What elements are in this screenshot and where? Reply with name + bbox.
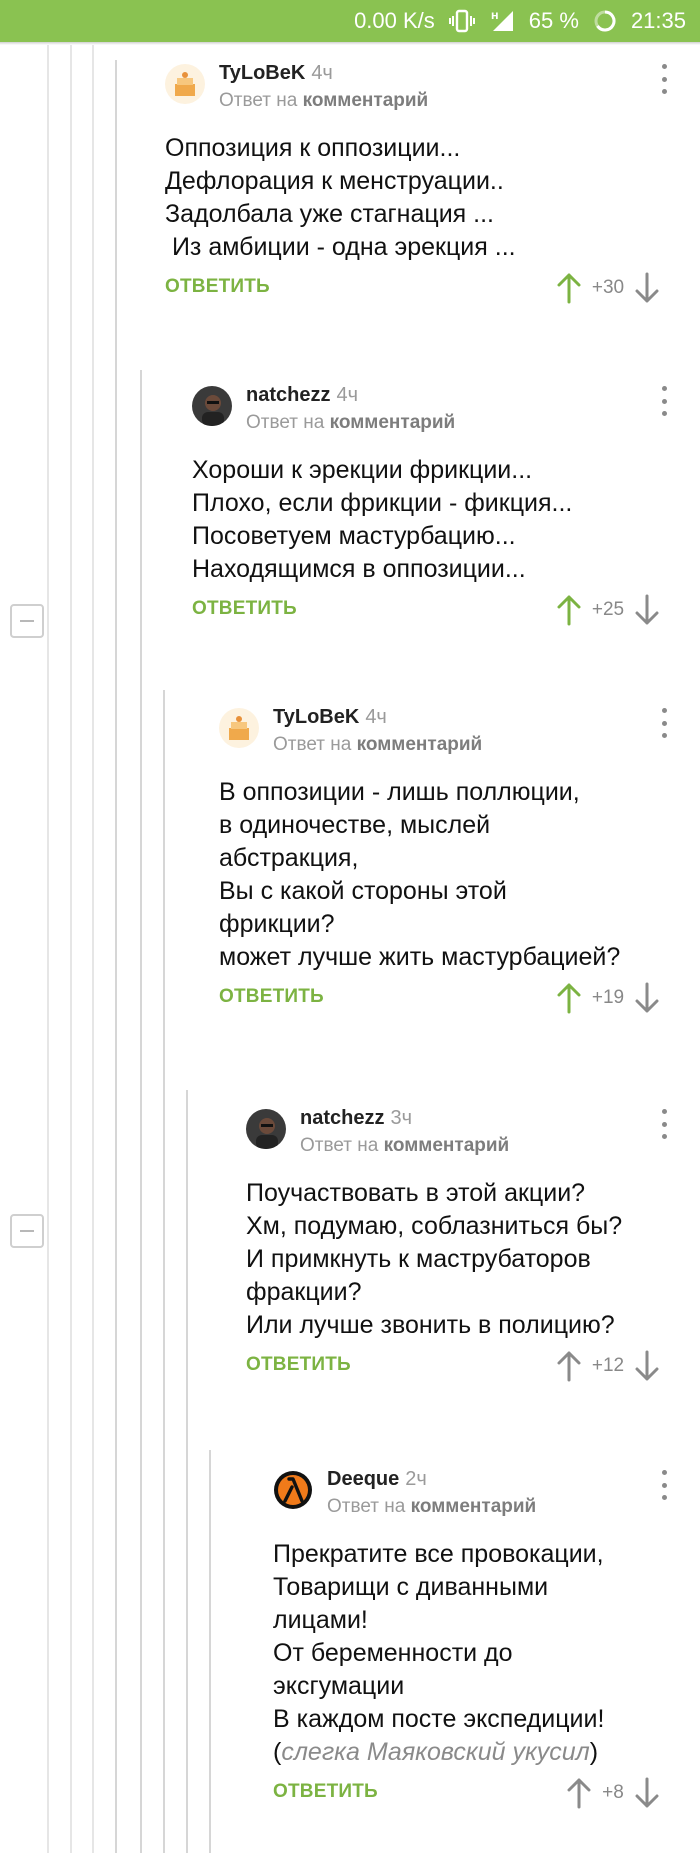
comment-time: 3ч bbox=[390, 1107, 413, 1129]
vibrate-icon bbox=[448, 9, 475, 33]
comment: natchezz 3ч Ответ на комментарий Поучаств… bbox=[246, 1107, 685, 1388]
score: +30 bbox=[591, 277, 625, 298]
battery-ring-icon bbox=[593, 9, 617, 33]
reply-button[interactable]: ОТВЕТИТЬ bbox=[219, 986, 324, 1008]
author-name[interactable]: TyLoBeK 4ч bbox=[273, 706, 387, 729]
reply-to: Ответ на комментарий bbox=[273, 734, 483, 755]
comment-text: Прекратите все провокации, Товарищи с ди… bbox=[273, 1540, 605, 1766]
upvote-arrow-icon[interactable] bbox=[555, 272, 583, 304]
reply-to: Ответ на комментарий bbox=[246, 412, 456, 433]
reply-target-link[interactable]: комментарий bbox=[303, 90, 429, 111]
downvote-arrow-icon[interactable] bbox=[633, 1777, 661, 1809]
comment-time: 4ч bbox=[365, 706, 387, 728]
thread-line bbox=[163, 690, 165, 1853]
author-name[interactable]: TyLoBeK 4ч bbox=[219, 62, 333, 85]
comment: Deeque 2ч Ответ на комментарий Прекратите… bbox=[273, 1468, 685, 1815]
reply-to: Ответ на комментарий bbox=[327, 1496, 537, 1517]
downvote-arrow-icon[interactable] bbox=[633, 272, 661, 304]
author-name[interactable]: natchezz 4ч bbox=[246, 384, 358, 407]
more-options-icon[interactable] bbox=[660, 386, 668, 416]
downvote-arrow-icon[interactable] bbox=[633, 982, 661, 1014]
reply-target-link[interactable]: комментарий bbox=[330, 412, 456, 433]
photo-avatar-icon bbox=[246, 1109, 286, 1149]
upvote-arrow-icon[interactable] bbox=[555, 594, 583, 626]
downvote-arrow-icon[interactable] bbox=[633, 594, 661, 626]
score: +8 bbox=[602, 1782, 624, 1803]
avatar[interactable] bbox=[246, 1109, 286, 1149]
avatar[interactable] bbox=[219, 708, 259, 748]
more-options-icon[interactable] bbox=[660, 1470, 668, 1500]
collapse-thread-button[interactable] bbox=[10, 604, 44, 638]
reply-button[interactable]: ОТВЕТИТЬ bbox=[246, 1354, 351, 1376]
thread-line bbox=[186, 1090, 188, 1853]
avatar[interactable] bbox=[273, 1470, 313, 1510]
more-options-icon[interactable] bbox=[660, 1109, 668, 1139]
comment-time: 4ч bbox=[336, 384, 359, 406]
comment-text: В оппозиции - лишь поллюции, в одиночест… bbox=[219, 778, 621, 971]
thread-line bbox=[70, 45, 72, 1853]
reply-button[interactable]: ОТВЕТИТЬ bbox=[165, 276, 270, 298]
lambda-avatar-icon bbox=[274, 1471, 312, 1509]
upvote-arrow-icon[interactable] bbox=[555, 1350, 583, 1382]
thread-line bbox=[140, 370, 142, 1853]
reply-button[interactable]: ОТВЕТИТЬ bbox=[192, 598, 297, 620]
more-options-icon[interactable] bbox=[660, 708, 668, 738]
reply-target-link[interactable]: комментарий bbox=[384, 1135, 510, 1156]
reply-target-link[interactable]: комментарий bbox=[357, 734, 483, 755]
comment-text: Оппозиция к оппозиции... Дефлорация к ме… bbox=[165, 134, 516, 261]
thread-line bbox=[47, 45, 49, 1853]
statusbar-shadow bbox=[0, 42, 700, 45]
comment-time: 2ч bbox=[405, 1468, 427, 1490]
reply-button[interactable]: ОТВЕТИТЬ bbox=[273, 1781, 378, 1803]
signal-h-icon: H bbox=[489, 9, 515, 33]
comment-text: Поучаствовать в этой акции? Хм, подумаю,… bbox=[246, 1179, 623, 1339]
cake-avatar-icon bbox=[165, 64, 205, 104]
minus-icon bbox=[20, 1230, 34, 1232]
reply-to: Ответ на комментарий bbox=[219, 90, 429, 111]
photo-avatar-icon bbox=[192, 386, 232, 426]
author-name[interactable]: Deeque 2ч bbox=[327, 1468, 427, 1491]
comment: natchezz 4ч Ответ на комментарий Хороши к… bbox=[192, 384, 685, 632]
comment-time: 4ч bbox=[311, 62, 333, 84]
battery-percent: 65 % bbox=[528, 8, 579, 33]
downvote-arrow-icon[interactable] bbox=[633, 1350, 661, 1382]
quote-text: слегка Маяковский укусил bbox=[281, 1738, 590, 1766]
thread-line bbox=[209, 1450, 211, 1853]
thread-line bbox=[92, 45, 94, 1853]
more-options-icon[interactable] bbox=[660, 64, 668, 94]
network-speed: 0.00 K/s bbox=[354, 8, 435, 33]
clock: 21:35 bbox=[630, 8, 686, 33]
minus-icon bbox=[20, 620, 34, 622]
svg-text:H: H bbox=[491, 12, 499, 22]
comment: TyLoBeK 4ч Ответ на комментарий В оппозиц… bbox=[219, 706, 685, 1020]
score: +25 bbox=[591, 599, 625, 620]
cake-avatar-icon bbox=[219, 708, 259, 748]
avatar[interactable] bbox=[192, 386, 232, 426]
reply-to: Ответ на комментарий bbox=[300, 1135, 510, 1156]
author-name[interactable]: natchezz 3ч bbox=[300, 1107, 412, 1130]
avatar[interactable] bbox=[165, 64, 205, 104]
comment: TyLoBeK 4ч Ответ на комментарий Оппозиция… bbox=[165, 62, 685, 310]
score: +19 bbox=[591, 987, 625, 1008]
status-bar: 0.00 K/s H 65 % 21:35 bbox=[0, 0, 700, 42]
thread-line bbox=[115, 60, 117, 1853]
collapse-thread-button[interactable] bbox=[10, 1214, 44, 1248]
upvote-arrow-icon[interactable] bbox=[555, 982, 583, 1014]
upvote-arrow-icon[interactable] bbox=[565, 1777, 593, 1809]
reply-target-link[interactable]: комментарий bbox=[411, 1496, 537, 1517]
comment-text: Хороши к эрекции фрикции... Плохо, если … bbox=[192, 456, 573, 583]
score: +12 bbox=[591, 1355, 625, 1376]
